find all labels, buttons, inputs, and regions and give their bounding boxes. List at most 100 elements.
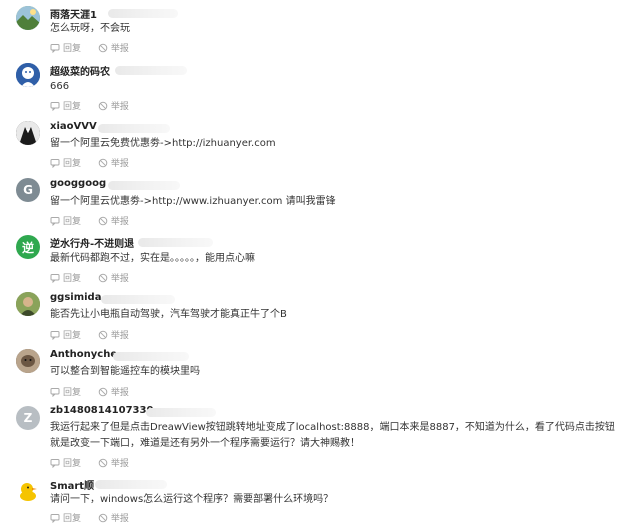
reply-label: 回复 (63, 217, 82, 227)
report-icon (98, 458, 108, 467)
reply-button[interactable]: 回复 (50, 156, 81, 169)
comment-username[interactable]: Smart顺 (50, 477, 94, 492)
report-button[interactable]: 举报 (98, 41, 129, 54)
timestamp-blur (115, 66, 187, 75)
report-icon (98, 387, 108, 396)
comment-text: 怎么玩呀，不会玩 (50, 23, 130, 34)
timestamp-blur (138, 238, 213, 247)
report-label: 举报 (110, 274, 129, 284)
comment-username[interactable]: 雨落天涯1 (50, 6, 97, 21)
cartoon-avatar-icon[interactable] (16, 63, 40, 87)
reply-label: 回复 (63, 514, 82, 524)
reply-icon (50, 43, 60, 53)
comment-actions: 回复 举报 (50, 511, 143, 526)
photo-avatar-icon[interactable] (16, 349, 40, 373)
comment-username[interactable]: xiaoVVV (50, 121, 97, 132)
avatar-letter: G (23, 183, 33, 197)
report-icon (98, 330, 108, 339)
reply-icon (50, 101, 60, 111)
comment-actions: 回复 举报 (50, 156, 143, 171)
timestamp-blur (101, 295, 175, 304)
report-button[interactable]: 举报 (98, 511, 129, 524)
report-button[interactable]: 举报 (98, 156, 129, 169)
reply-label: 回复 (63, 459, 82, 469)
report-label: 举报 (110, 159, 129, 169)
report-icon (98, 216, 108, 225)
reply-label: 回复 (63, 159, 82, 169)
reply-button[interactable]: 回复 (50, 214, 81, 227)
report-label: 举报 (110, 388, 129, 398)
reply-button[interactable]: 回复 (50, 271, 81, 284)
report-button[interactable]: 举报 (98, 385, 129, 398)
duck-avatar-icon[interactable] (16, 478, 40, 502)
comment-username[interactable]: 超级菜的码农 (50, 63, 110, 78)
comment-username[interactable]: googgoog (50, 178, 106, 189)
report-icon (98, 513, 108, 522)
reply-button[interactable]: 回复 (50, 41, 81, 54)
reply-icon (50, 216, 60, 226)
reply-button[interactable]: 回复 (50, 99, 81, 112)
reply-label: 回复 (63, 388, 82, 398)
avatar-letter: 逆 (21, 240, 34, 255)
report-icon (98, 273, 108, 282)
reply-button[interactable]: 回复 (50, 328, 81, 341)
reply-button[interactable]: 回复 (50, 385, 81, 398)
report-icon (98, 43, 108, 52)
report-icon (98, 158, 108, 167)
timestamp-blur (98, 124, 170, 133)
reply-icon (50, 273, 60, 283)
comment-actions: 回复 举报 (50, 271, 143, 286)
comment-actions: 回复 举报 (50, 328, 143, 343)
report-label: 举报 (110, 217, 129, 227)
reply-button[interactable]: 回复 (50, 511, 81, 524)
report-icon (98, 101, 108, 110)
timestamp-blur (108, 181, 180, 190)
report-label: 举报 (110, 331, 129, 341)
timestamp-blur (146, 408, 216, 417)
report-button[interactable]: 举报 (98, 271, 129, 284)
report-label: 举报 (110, 44, 129, 54)
comment-username[interactable]: Anthonyche (50, 349, 117, 360)
comment-text: 留一个阿里云免费优惠劵->http://izhuanyer.com (50, 138, 276, 149)
photo-avatar-icon[interactable] (16, 292, 40, 316)
comment-text: 请问一下，windows怎么运行这个程序？需要部署什么环境吗？ (50, 494, 334, 505)
comment-text: 能否先让小电瓶自动驾驶，汽车驾驶才能真正牛了个B (50, 309, 287, 320)
timestamp-blur (108, 9, 178, 18)
letter-avatar[interactable]: Z (16, 406, 40, 430)
report-button[interactable]: 举报 (98, 328, 129, 341)
comment-text: 666 (50, 81, 70, 92)
comment-text: 可以整合到智能遥控车的模块里吗 (50, 366, 200, 377)
report-button[interactable]: 举报 (98, 456, 129, 469)
comment-actions: 回复 举报 (50, 99, 143, 114)
suit-avatar-icon[interactable] (16, 121, 40, 145)
report-label: 举报 (110, 459, 129, 469)
comment-username[interactable]: zb1480814107330 (50, 405, 153, 416)
reply-label: 回复 (63, 102, 82, 112)
comment-actions: 回复 举报 (50, 385, 143, 400)
report-button[interactable]: 举报 (98, 214, 129, 227)
comment-text: 我运行起来了但是点击DreawView按钮跳转地址变成了localhost:88… (50, 422, 615, 449)
comment-actions: 回复 举报 (50, 456, 143, 471)
comment-username[interactable]: 逆水行舟-不进则退 (50, 235, 134, 250)
reply-label: 回复 (63, 331, 82, 341)
reply-label: 回复 (63, 44, 82, 54)
comment-actions: 回复 举报 (50, 41, 143, 56)
comment-text: 最新代码都跑不过，实在是。。。。。，能用点心嘛 (50, 253, 255, 264)
report-label: 举报 (110, 514, 129, 524)
comment-username[interactable]: ggsimida (50, 292, 101, 303)
letter-avatar[interactable]: G (16, 178, 40, 202)
reply-icon (50, 330, 60, 340)
reply-icon (50, 513, 60, 523)
reply-icon (50, 158, 60, 168)
timestamp-blur (113, 352, 189, 361)
letter-avatar[interactable]: 逆 (16, 235, 40, 259)
report-button[interactable]: 举报 (98, 99, 129, 112)
report-label: 举报 (110, 102, 129, 112)
reply-label: 回复 (63, 274, 82, 284)
avatar-letter: Z (23, 411, 33, 425)
reply-icon (50, 387, 60, 397)
reply-button[interactable]: 回复 (50, 456, 81, 469)
timestamp-blur (95, 480, 167, 489)
reply-icon (50, 458, 60, 468)
landscape-avatar-icon[interactable] (16, 6, 40, 30)
